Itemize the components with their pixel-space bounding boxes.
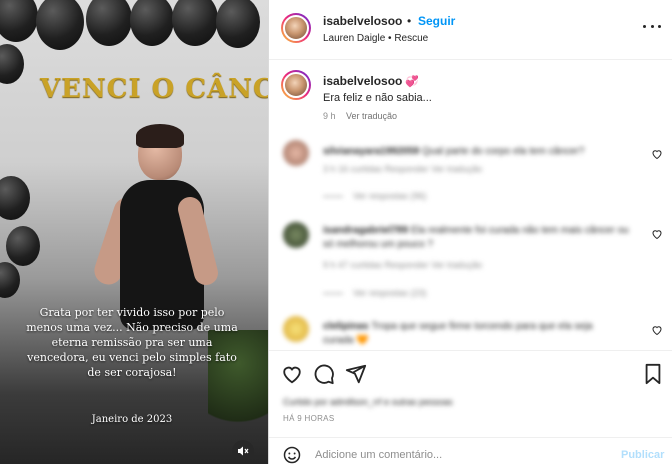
caption-username[interactable]: isabelvelosoo: [323, 74, 402, 88]
comment-input[interactable]: [315, 446, 615, 464]
comment-text: silvianayara1992059 Qual parte do corpo …: [323, 146, 584, 157]
heart-icon[interactable]: [651, 324, 663, 336]
comment-body: Qual parte do corpo ela tem câncer?: [421, 146, 585, 157]
caption-time[interactable]: 9 h: [323, 111, 336, 121]
liked-by-text[interactable]: Curtido por admillson_rrf e outras pesso…: [283, 397, 453, 407]
speaker-muted-icon: [238, 446, 249, 456]
balloon: [36, 0, 84, 50]
post-age[interactable]: HÁ 9 HORAS: [283, 414, 334, 423]
share-send-icon[interactable]: [345, 363, 367, 385]
publish-button[interactable]: Publicar: [621, 449, 664, 461]
mute-button[interactable]: [232, 440, 254, 462]
post-header: isabelvelosoo • Seguir Lauren Daigle • R…: [269, 0, 672, 60]
balloon: [0, 44, 24, 84]
balloon: [86, 0, 132, 46]
comment-avatar[interactable]: [283, 140, 309, 166]
balloon: [0, 0, 38, 42]
caption-avatar[interactable]: [281, 70, 311, 100]
view-replies-link[interactable]: Ver respostas (23): [353, 288, 427, 298]
replies-line: [323, 196, 343, 197]
overlay-quote: Grata por ter vivido isso por pelo menos…: [26, 306, 238, 379]
bookmark-icon[interactable]: [643, 363, 663, 385]
balloon: [172, 0, 218, 46]
comment-meta[interactable]: 3 h 16 curtidas Responder Ver tradução: [323, 164, 482, 174]
emoji-icon[interactable]: [283, 446, 301, 464]
author-avatar[interactable]: [281, 13, 311, 43]
audio-track[interactable]: Lauren Daigle • Rescue: [323, 33, 428, 44]
separator-dot: •: [407, 14, 412, 28]
comment-meta[interactable]: 9 h 47 curtidas Responder Ver tradução: [323, 260, 482, 270]
heart-icon[interactable]: [651, 228, 663, 240]
comment-avatar[interactable]: [283, 222, 309, 248]
balloon: [0, 262, 20, 298]
heart-emoji: 💞: [405, 76, 419, 88]
post-side-panel: isabelvelosoo • Seguir Lauren Daigle • R…: [268, 0, 672, 464]
comment-username[interactable]: clelipinas: [323, 321, 369, 332]
overlay-date: Janeiro de 2023: [91, 414, 173, 425]
comment-bubble-icon[interactable]: [313, 363, 335, 385]
comment-avatar[interactable]: [283, 316, 309, 342]
comment-text: clelipinas Tropa que segue firme torcend…: [323, 320, 623, 348]
balloon: [130, 0, 174, 46]
comment-text: isandragabriel789 Ela realmente foi cura…: [323, 224, 633, 252]
post-media[interactable]: VENCI O CÂNCI Grata por ter vivido isso …: [0, 0, 268, 464]
comment-username[interactable]: isandragabriel789: [323, 225, 408, 236]
instagram-post-modal: VENCI O CÂNCI Grata por ter vivido isso …: [0, 0, 672, 464]
view-replies-link[interactable]: Ver respostas (96): [353, 191, 427, 201]
balloon: [216, 0, 260, 48]
follow-button[interactable]: Seguir: [418, 14, 455, 28]
balloon: [6, 226, 40, 266]
person: [136, 124, 184, 148]
more-options-icon[interactable]: [643, 22, 661, 30]
replies-line: [323, 293, 343, 294]
caption-text: Era feliz e não sabia...: [323, 92, 432, 104]
post-actions-bar: [269, 350, 672, 396]
see-translation-link[interactable]: Ver tradução: [346, 111, 397, 121]
like-heart-icon[interactable]: [281, 363, 303, 385]
banner-text: VENCI O CÂNCI: [40, 74, 268, 104]
heart-icon[interactable]: [651, 148, 663, 160]
balloon: [0, 176, 30, 220]
comment-username[interactable]: silvianayara1992059: [323, 146, 419, 157]
author-username[interactable]: isabelvelosoo: [323, 14, 402, 28]
